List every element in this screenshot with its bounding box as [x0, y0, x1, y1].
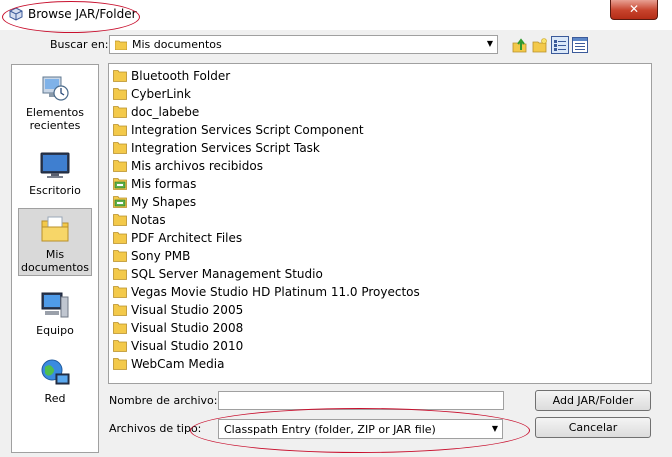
special-folder-icon — [113, 196, 127, 208]
file-name-label: Nombre de archivo: — [109, 394, 218, 407]
chevron-down-icon: ▼ — [491, 424, 498, 433]
look-in-label: Buscar en: — [50, 38, 109, 51]
file-list[interactable]: Bluetooth Folder CyberLink doc_labebe In… — [108, 63, 652, 384]
chevron-down-icon: ▼ — [486, 39, 493, 48]
computer-icon — [41, 292, 69, 318]
folder-icon — [113, 304, 127, 316]
close-icon: ✕ — [628, 2, 640, 16]
folder-icon — [113, 232, 127, 244]
place-label: Equipo — [36, 324, 74, 337]
folder-icon — [113, 160, 127, 172]
places-bar: Elementos recientes Escritorio Mis docum… — [11, 64, 99, 453]
file-type-dropdown[interactable]: Classpath Entry (folder, ZIP or JAR file… — [218, 419, 503, 439]
folder-icon — [113, 214, 127, 226]
folder-icon — [113, 268, 127, 280]
place-label: Mis documentos — [21, 248, 89, 274]
folder-icon — [113, 88, 127, 100]
folder-icon — [113, 322, 127, 334]
title-bar: Browse JAR/Folder ✕ — [0, 0, 672, 30]
documents-folder-icon — [115, 40, 127, 50]
look-in-dropdown[interactable]: Mis documentos ▼ — [109, 35, 498, 54]
desktop-icon — [40, 152, 70, 178]
file-name-input[interactable] — [218, 391, 504, 410]
place-desktop[interactable]: Escritorio — [18, 149, 92, 197]
place-label: Elementos recientes — [25, 106, 84, 132]
folder-icon — [113, 286, 127, 298]
list-view-icon[interactable] — [551, 36, 569, 54]
place-network[interactable]: Red — [18, 357, 92, 405]
file-type-label: Archivos de tipo: — [109, 422, 202, 435]
folder-icon — [113, 124, 127, 136]
special-folder-icon — [113, 178, 127, 190]
file-type-value: Classpath Entry (folder, ZIP or JAR file… — [224, 423, 436, 436]
place-label: Red — [44, 392, 66, 405]
app-icon — [9, 7, 23, 21]
folder-icon — [113, 250, 127, 262]
look-in-value: Mis documentos — [132, 38, 222, 51]
place-label: Escritorio — [29, 184, 81, 197]
place-computer[interactable]: Equipo — [18, 289, 92, 337]
network-icon — [41, 359, 70, 385]
place-recent-items[interactable]: Elementos recientes — [18, 71, 92, 132]
place-my-documents[interactable]: Mis documentos — [18, 208, 92, 276]
folder-icon — [113, 358, 127, 370]
up-one-level-icon[interactable] — [512, 37, 528, 53]
new-folder-icon[interactable] — [532, 37, 548, 53]
folder-icon — [113, 106, 127, 118]
folder-icon — [113, 142, 127, 154]
close-button[interactable]: ✕ — [610, 0, 658, 20]
folder-icon — [113, 70, 127, 82]
add-jar-folder-button[interactable]: Add JAR/Folder — [535, 390, 651, 411]
folder-icon — [113, 340, 127, 352]
cancel-button[interactable]: Cancelar — [535, 417, 651, 438]
window-title: Browse JAR/Folder — [28, 7, 137, 21]
my-documents-icon — [41, 216, 69, 242]
details-view-icon[interactable] — [572, 37, 588, 53]
recent-items-icon — [42, 76, 69, 101]
